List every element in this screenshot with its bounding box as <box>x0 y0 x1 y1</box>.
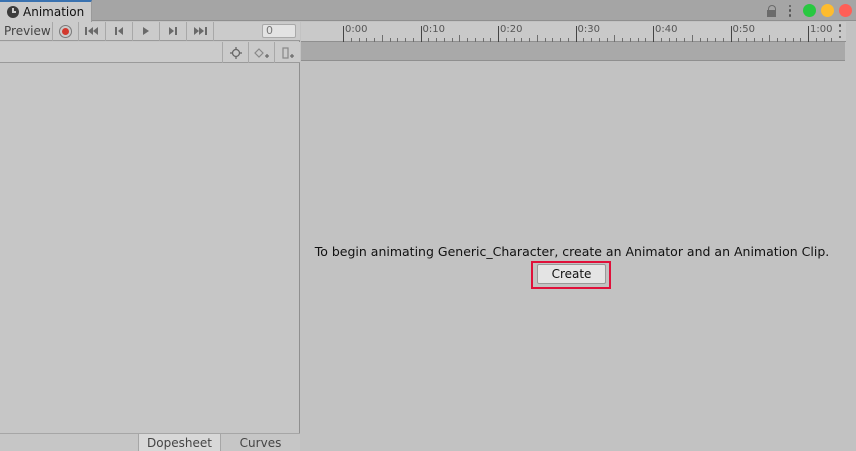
tab-curves[interactable]: Curves <box>220 434 300 451</box>
record-icon <box>59 24 72 38</box>
tab-title: Animation <box>23 5 85 19</box>
tab-animation[interactable]: Animation <box>0 0 92 22</box>
prev-key-icon <box>115 27 123 35</box>
first-key-button[interactable] <box>79 21 106 41</box>
window-titlebar: Animation <box>0 0 856 22</box>
tick-label: 0:20 <box>500 24 523 35</box>
ruler-ticks <box>343 26 832 42</box>
next-key-icon <box>169 27 177 35</box>
view-mode-tabs: Dopesheet Curves <box>0 433 300 451</box>
close-button[interactable] <box>839 4 852 17</box>
play-button[interactable] <box>133 21 160 41</box>
left-pane: Preview 0 Dopesheet Curves <box>0 21 300 451</box>
clock-icon <box>7 6 19 18</box>
menu-dots-icon[interactable] <box>788 4 792 17</box>
add-keyframe-icon <box>253 47 269 58</box>
timeline-menu-icon[interactable] <box>838 24 842 38</box>
filter-by-selection-icon <box>229 46 242 59</box>
right-pane: 0:00 0:10 0:20 0:30 0:40 0:50 1:00 To begin an… <box>301 22 856 451</box>
record-button[interactable] <box>53 21 79 41</box>
tick-label: 0:50 <box>732 24 755 35</box>
maximize-button[interactable] <box>803 4 816 17</box>
last-key-icon <box>194 27 207 35</box>
window-controls <box>767 0 856 21</box>
tick-label: 0:00 <box>345 24 368 35</box>
last-key-button[interactable] <box>187 21 214 41</box>
lock-icon[interactable] <box>767 4 777 17</box>
tick-label: 1:00 <box>810 24 833 35</box>
tick-label: 0:10 <box>422 24 445 35</box>
first-key-icon <box>85 27 98 35</box>
preview-button[interactable]: Preview <box>0 21 53 41</box>
frame-area: 0 <box>214 22 300 41</box>
prev-key-button[interactable] <box>106 21 133 41</box>
add-keyframe-button[interactable] <box>248 42 274 63</box>
event-track[interactable] <box>301 42 845 61</box>
next-key-button[interactable] <box>160 21 187 41</box>
add-event-button[interactable] <box>274 42 300 63</box>
add-event-icon <box>281 46 294 59</box>
curve-toolbar <box>0 42 300 63</box>
create-button[interactable]: Create <box>537 264 606 284</box>
tick-label: 0:40 <box>655 24 678 35</box>
frame-field[interactable]: 0 <box>262 24 296 38</box>
tick-label: 0:30 <box>577 24 600 35</box>
empty-state-message: To begin animating Generic_Character, cr… <box>314 244 830 259</box>
filter-by-selection-button[interactable] <box>222 42 248 63</box>
minimize-button[interactable] <box>821 4 834 17</box>
play-icon <box>143 27 149 35</box>
playback-toolbar: Preview 0 <box>0 21 300 41</box>
tab-dopesheet[interactable]: Dopesheet <box>138 434 220 451</box>
timeline-ruler[interactable]: 0:00 0:10 0:20 0:30 0:40 0:50 1:00 <box>301 22 846 42</box>
